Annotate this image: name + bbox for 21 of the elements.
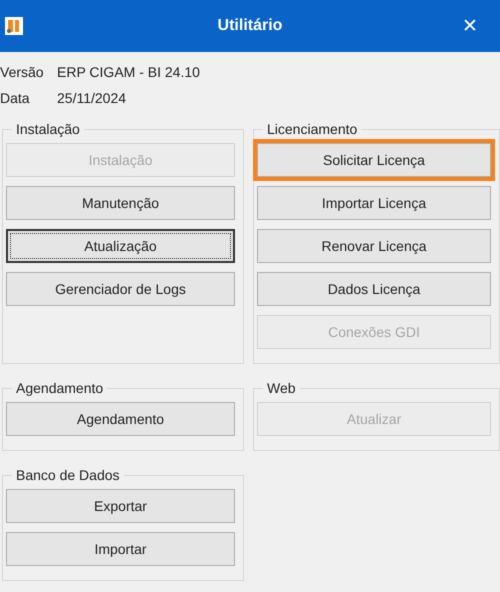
action-button[interactable]: Agendamento [6, 402, 235, 436]
group-title: Agendamento [15, 380, 104, 396]
action-button[interactable]: Exportar [6, 489, 235, 523]
action-button[interactable]: Importar [6, 532, 235, 566]
action-button[interactable]: Gerenciador de Logs [6, 272, 235, 306]
action-button[interactable]: Renovar Licença [257, 229, 491, 263]
group-title: Instalação [15, 121, 81, 137]
info-value: 25/11/2024 [57, 90, 128, 106]
action-button[interactable]: Importar Licença [257, 186, 491, 220]
action-button[interactable]: Manutenção [6, 186, 235, 220]
action-button[interactable]: Atualização [6, 229, 235, 263]
group-title: Banco de Dados [15, 467, 121, 483]
window-title: Utilitário [218, 17, 282, 34]
group-title: Licenciamento [266, 121, 358, 137]
group-title: Web [266, 380, 297, 396]
info-value: ERP CIGAM - BI 24.10 [57, 64, 200, 80]
info-label: Data [0, 90, 31, 106]
info-label: Versão [0, 64, 45, 80]
action-button[interactable]: Dados Licença [257, 272, 491, 306]
app-icon [5, 17, 23, 35]
close-button[interactable]: ✕ [458, 14, 482, 38]
